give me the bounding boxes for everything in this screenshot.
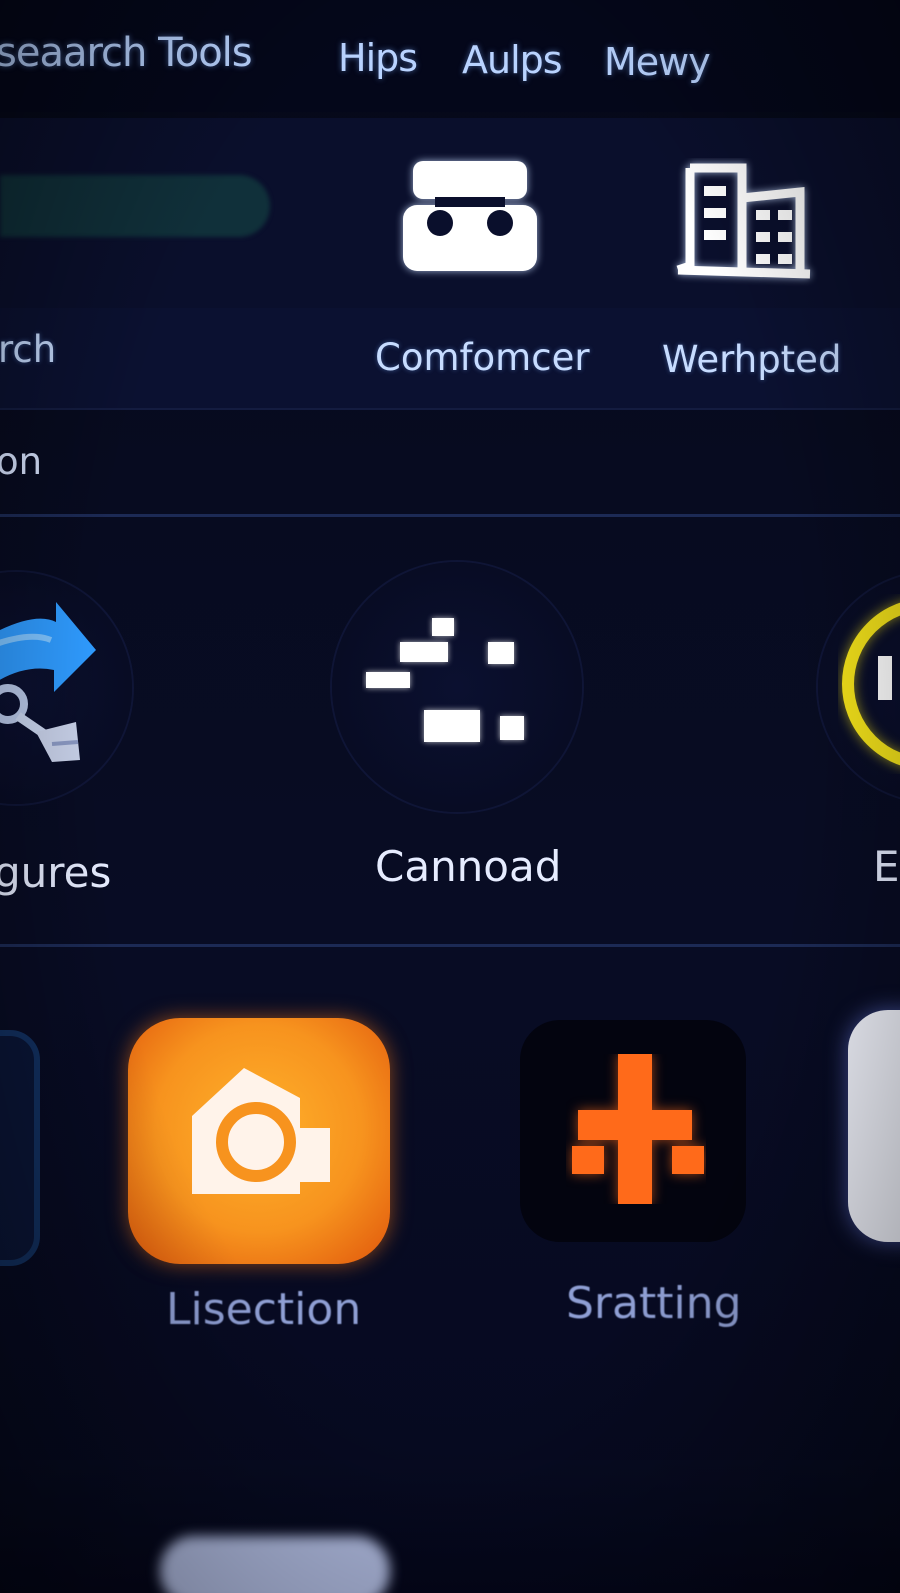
share-arrow-icon — [0, 602, 96, 762]
search-label: rch — [0, 328, 57, 371]
top-menubar: seaarch Tools Hips Aulps Mewy — [0, 0, 900, 112]
orange-cross-icon — [572, 1054, 704, 1204]
tile-gures[interactable] — [0, 572, 132, 804]
tool-comfomcer-button[interactable] — [395, 153, 545, 283]
app-tile-partial-left[interactable] — [0, 1030, 40, 1266]
app-sratting-label: Sratting — [566, 1278, 742, 1329]
row-divider — [0, 944, 900, 947]
toolbar-panel: rch Comfomcer Werhpted — [0, 118, 900, 410]
tile-cannoad-label: Cannoad — [375, 842, 562, 891]
scattered-blocks-icon — [366, 618, 524, 742]
section-label: on — [0, 440, 43, 483]
section-divider — [0, 514, 900, 517]
app-tile-partial-right[interactable] — [848, 1010, 900, 1242]
menu-aulps[interactable]: Aulps — [462, 38, 563, 82]
app-tile-lisection[interactable] — [128, 1018, 390, 1264]
tile-gures-label: gures — [0, 848, 112, 897]
menu-hips[interactable]: Hips — [338, 36, 418, 80]
tile-e-label: E — [873, 842, 900, 891]
camera-house-icon — [192, 1068, 330, 1194]
tile-cannoad[interactable] — [332, 562, 582, 812]
menu-research-tools[interactable]: seaarch Tools — [0, 30, 253, 76]
robot-face-icon — [403, 161, 537, 271]
yellow-ring-icon — [842, 602, 900, 766]
app-lisection-label: Lisection — [166, 1284, 362, 1335]
menu-mewy[interactable]: Mewy — [604, 40, 711, 84]
building-icon — [676, 163, 811, 279]
tool-comfomcer-label: Comfomcer — [375, 336, 590, 379]
app-tile-sratting[interactable] — [520, 1020, 746, 1242]
dock-item-blurred[interactable] — [160, 1536, 390, 1593]
dock-area — [0, 1460, 900, 1593]
tile-e[interactable] — [818, 572, 900, 802]
search-input[interactable] — [0, 175, 270, 237]
app-screen: seaarch Tools Hips Aulps Mewy rch Comfom… — [0, 0, 900, 1593]
tool-werhpted-label: Werhpted — [662, 338, 842, 381]
tool-werhpted-button[interactable] — [670, 158, 820, 288]
